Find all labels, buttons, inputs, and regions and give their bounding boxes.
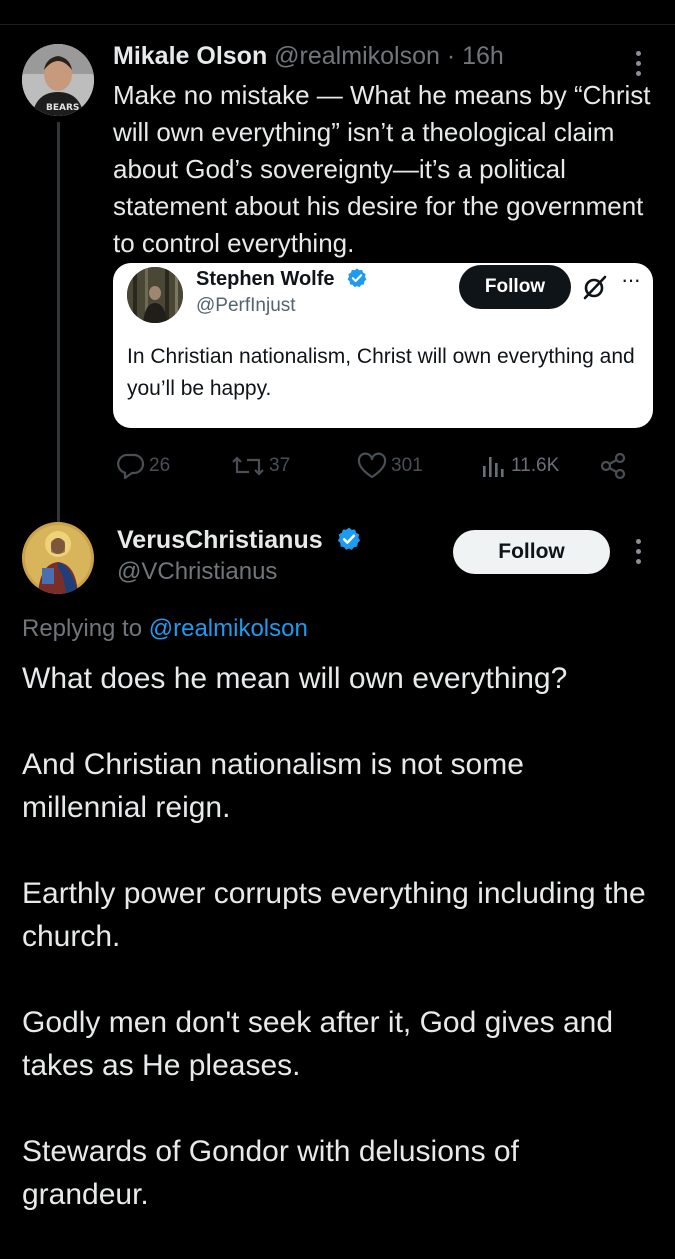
share-icon (600, 452, 626, 480)
quoted-follow-button[interactable]: Follow (459, 265, 571, 309)
replying-to: Replying to @realmikolson (22, 612, 308, 646)
share-button[interactable] (598, 447, 628, 485)
tweet-action-bar: 26 37 301 11.6K (0, 447, 675, 485)
tweet-text: What does he mean will own everything? A… (22, 657, 652, 1259)
author-handle[interactable]: @VChristianus (117, 556, 277, 588)
quoted-author-name[interactable]: Stephen Wolfe (196, 266, 368, 292)
top-divider (0, 24, 675, 25)
reply-count: 26 (149, 455, 171, 476)
reply-icon (117, 453, 145, 480)
svg-text:BEARS: BEARS (46, 103, 79, 113)
tweet-paragraph: Godly men don't seek after it, God gives… (22, 1006, 614, 1082)
repost-icon (232, 456, 264, 476)
follow-button[interactable]: Follow (453, 530, 610, 574)
repost-button[interactable]: 37 (230, 447, 290, 485)
like-count: 301 (391, 455, 423, 476)
replying-mention-link[interactable]: @realmikolson (149, 615, 308, 642)
quoted-tweet-card[interactable]: Stephen Wolfe @PerfInjust Follow ··· In … (113, 263, 653, 428)
views-button[interactable]: 11.6K (480, 447, 559, 485)
tweet-header: Mikale Olson @realmikolson · 16h (113, 40, 504, 72)
replying-prefix: Replying to (22, 615, 143, 642)
grok-icon[interactable] (581, 273, 609, 301)
views-count: 11.6K (511, 455, 560, 476)
reply-button[interactable]: 26 (116, 447, 170, 485)
quoted-more-icon[interactable]: ··· (621, 269, 641, 291)
tweet-paragraph: Stewards of Gondor with delusions of gra… (22, 1135, 519, 1211)
tweet-paragraph: Earthly power corrupts everything includ… (22, 877, 646, 953)
meta-separator: · (446, 42, 456, 70)
author-name-text: VerusChristianus (117, 526, 323, 554)
like-button[interactable]: 301 (356, 447, 423, 485)
repost-count: 37 (269, 455, 291, 476)
views-icon (483, 457, 504, 477)
author-handle[interactable]: @realmikolson (274, 42, 440, 70)
verified-badge-icon (347, 268, 367, 288)
quoted-tweet-text: In Christian nationalism, Christ will ow… (127, 345, 635, 400)
avatar[interactable] (22, 522, 94, 594)
like-icon (357, 452, 387, 479)
quoted-author-handle[interactable]: @PerfInjust (196, 294, 296, 318)
more-vertical-icon[interactable] (626, 46, 650, 78)
more-vertical-icon[interactable] (626, 534, 650, 566)
author-name[interactable]: Mikale Olson (113, 42, 267, 70)
tweet-text: Make no mistake — What he means by “Chri… (113, 80, 651, 258)
tweet-time[interactable]: 16h (462, 42, 504, 70)
avatar[interactable]: BEARS (22, 44, 94, 116)
quoted-avatar[interactable] (127, 267, 183, 323)
verified-badge-icon (337, 527, 360, 550)
tweet-paragraph: And Christian nationalism is not some mi… (22, 748, 524, 824)
author-name[interactable]: VerusChristianus (117, 524, 362, 556)
tweet-paragraph: What does he mean will own everything? (22, 662, 568, 695)
quoted-author-name-text: Stephen Wolfe (196, 268, 335, 290)
